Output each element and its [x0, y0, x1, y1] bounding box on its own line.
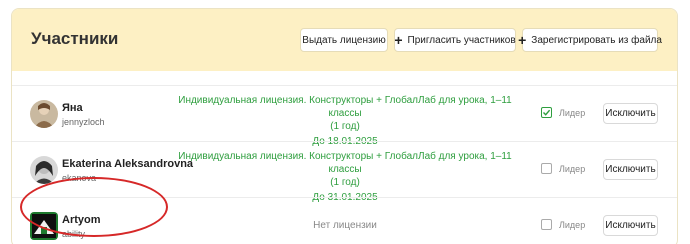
page-title: Участники — [31, 29, 119, 48]
leader-checkbox[interactable] — [541, 107, 552, 118]
invite-participants-label: Пригласить участников — [407, 34, 516, 46]
member-login: ability — [62, 229, 86, 239]
avatar[interactable] — [30, 212, 58, 240]
issue-license-label: Выдать лицензию — [302, 34, 386, 46]
leader-toggle[interactable]: Лидер — [541, 107, 585, 118]
exclude-button[interactable]: Исключить — [603, 103, 658, 124]
leader-checkbox[interactable] — [541, 163, 552, 174]
leader-label: Лидер — [559, 163, 586, 174]
license-info: Индивидуальная лицензия. Конструкторы + … — [175, 94, 515, 148]
avatar[interactable] — [30, 156, 58, 184]
member-login: jennyzloch — [62, 117, 105, 127]
member-name[interactable]: Яна — [62, 102, 83, 114]
invite-participants-button[interactable]: + Пригласить участников — [394, 28, 516, 52]
member-row: Ekaterina Aleksandrovna ekanova Индивиду… — [12, 141, 677, 203]
license-title: Индивидуальная лицензия. Конструкторы + … — [178, 95, 512, 119]
issue-license-button[interactable]: Выдать лицензию — [300, 28, 388, 52]
member-name[interactable]: Ekaterina Aleksandrovna — [62, 158, 193, 170]
license-duration: (1 год) — [330, 121, 360, 132]
member-name[interactable]: Artyom — [62, 214, 101, 226]
register-from-file-label: Зарегистрировать из файла — [531, 34, 662, 46]
license-duration: (1 год) — [330, 177, 360, 188]
participants-card: Участники Выдать лицензию + Пригласить у… — [11, 8, 678, 244]
avatar[interactable] — [30, 100, 58, 128]
member-login: ekanova — [62, 173, 97, 183]
member-row: Artyom ability Нет лицензии Лидер Исключ… — [12, 197, 677, 244]
license-info: Индивидуальная лицензия. Конструкторы + … — [175, 150, 515, 204]
leader-toggle[interactable]: Лидер — [541, 163, 585, 174]
leader-toggle[interactable]: Лидер — [541, 219, 585, 230]
card-header: Участники Выдать лицензию + Пригласить у… — [12, 9, 677, 71]
leader-label: Лидер — [559, 107, 586, 118]
member-row: Яна jennyzloch Индивидуальная лицензия. … — [12, 85, 677, 147]
register-from-file-button[interactable]: + Зарегистрировать из файла — [518, 28, 662, 52]
exclude-button[interactable]: Исключить — [603, 159, 658, 180]
leader-label: Лидер — [559, 219, 586, 230]
license-title: Индивидуальная лицензия. Конструкторы + … — [178, 151, 512, 175]
no-license-text: Нет лицензии — [313, 220, 377, 231]
plus-icon: + — [394, 32, 403, 48]
check-icon — [543, 109, 551, 116]
leader-checkbox[interactable] — [541, 219, 552, 230]
exclude-button[interactable]: Исключить — [603, 215, 658, 236]
plus-icon: + — [518, 32, 527, 48]
